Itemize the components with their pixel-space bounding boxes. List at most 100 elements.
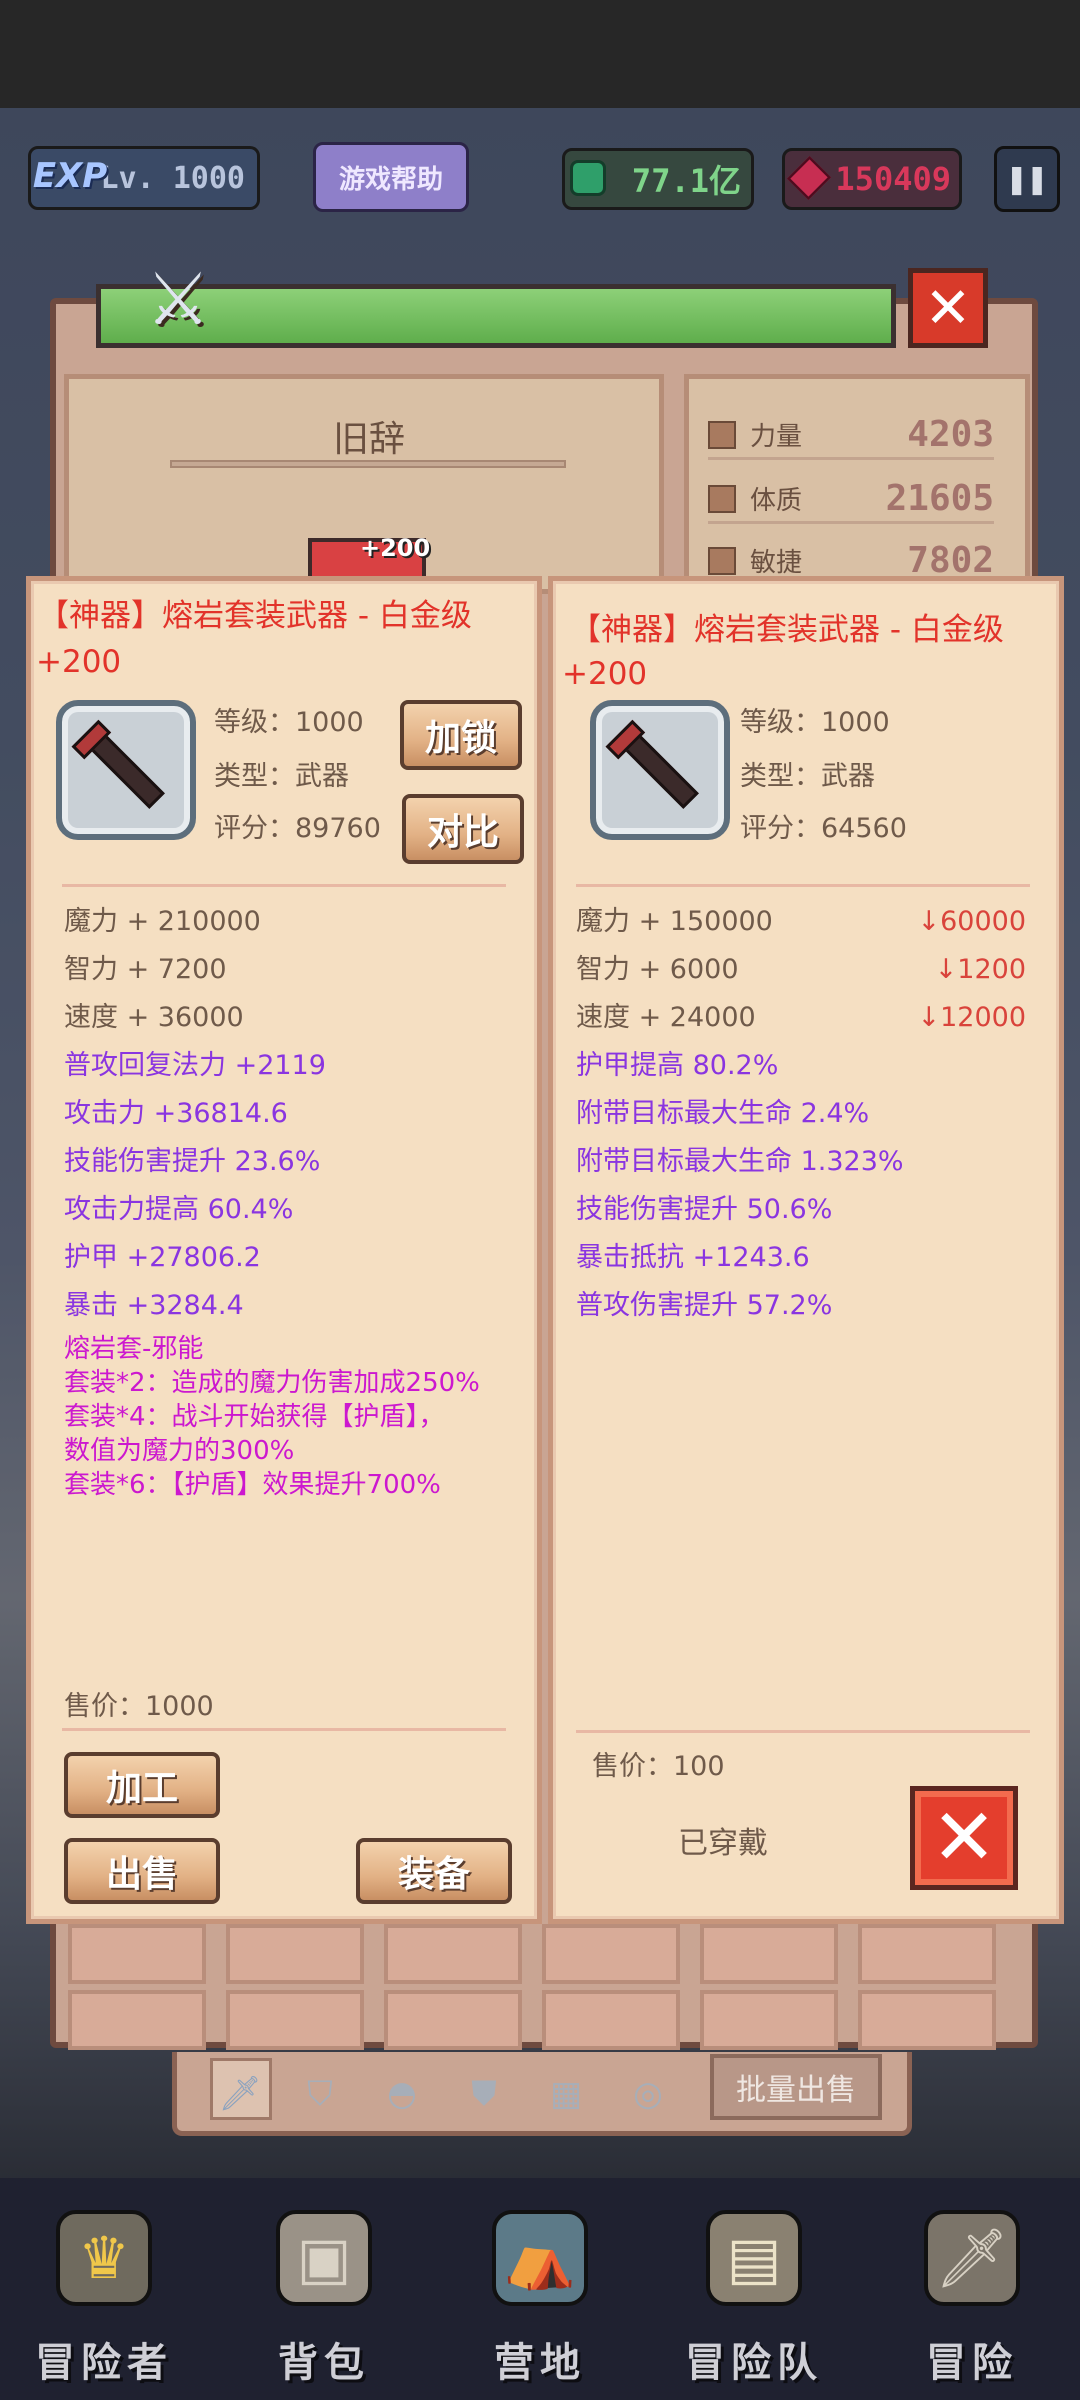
attr-line: 速度 + 36000	[64, 1002, 244, 1033]
inventory-slot[interactable]	[858, 1924, 996, 1984]
item-enhance-level: +200	[36, 644, 122, 680]
inventory-slot[interactable]	[700, 1924, 838, 1984]
stat-strength: 力量 4203	[708, 412, 994, 460]
inventory-slot[interactable]	[226, 1990, 364, 2050]
tab-shield-icon[interactable]: ⛉	[296, 2072, 344, 2116]
tab-helmet-icon[interactable]: ◓	[378, 2072, 426, 2116]
attr-text: 智力 + 6000	[576, 954, 739, 985]
close-icon: ✕	[924, 275, 972, 341]
item-price: 售价：100	[592, 1751, 725, 1782]
gem-count: 77.1亿	[631, 162, 741, 200]
item-score: 评分：89760	[214, 813, 381, 844]
emerald-icon	[570, 160, 606, 196]
ruby-count: 150409	[835, 160, 951, 198]
attr-text: 魔力 + 150000	[576, 906, 773, 937]
item-title: 【神器】熔岩套装武器 - 白金级	[570, 612, 1004, 648]
item-level: 等级：1000	[214, 707, 364, 738]
pause-icon: ❚❚	[1006, 159, 1048, 199]
attr-line: 智力 + 6000 ↓1200	[576, 946, 1026, 994]
sword-icon	[621, 731, 699, 809]
sword-icon: 🗡	[924, 2210, 1020, 2306]
attr-line: 速度 + 24000 ↓12000	[576, 994, 1026, 1042]
close-icon: ✕	[931, 1793, 997, 1883]
inventory-slot[interactable]	[384, 1924, 522, 1984]
portrait-enhance-level: +200	[360, 534, 431, 562]
base-attributes: 魔力 + 150000 ↓60000 智力 + 6000 ↓1200 速度 + …	[576, 898, 1026, 1330]
nav-backpack[interactable]: ▣ 背包	[234, 2210, 414, 2400]
bonus-attr-line: 普攻伤害提升 57.2%	[576, 1290, 833, 1321]
bonus-attr-line: 普攻回复法力 +2119	[64, 1050, 326, 1081]
tab-ring-icon[interactable]: ◎	[624, 2072, 672, 2116]
divider	[62, 1728, 506, 1731]
attr-line: 魔力 + 150000 ↓60000	[576, 898, 1026, 946]
inventory-slot[interactable]	[542, 1990, 680, 2050]
attr-line: 魔力 + 210000	[64, 906, 261, 937]
inventory-slot[interactable]	[700, 1990, 838, 2050]
heart-icon	[708, 484, 736, 513]
item-type: 类型：武器	[214, 761, 349, 792]
inventory-slot[interactable]	[384, 1990, 522, 2050]
sword-icon	[87, 731, 165, 809]
divider	[576, 884, 1030, 887]
bonus-attr-line: 护甲提高 80.2%	[576, 1050, 779, 1081]
set-bonus-line: 套装*4：战斗开始获得【护盾】，	[64, 1402, 445, 1432]
item-score: 评分：64560	[740, 813, 907, 844]
level-text: Lv. 1000	[100, 160, 246, 196]
tab-weapon-icon[interactable]: 🗡	[216, 2072, 264, 2116]
camp-icon: ⛺	[492, 2210, 588, 2306]
lock-button[interactable]: 加锁	[400, 700, 522, 770]
nav-party[interactable]: ▤ 冒险队	[664, 2210, 844, 2400]
inventory-slot[interactable]	[68, 1990, 206, 2050]
item-price: 售价：1000	[64, 1691, 214, 1722]
nav-label: 冒险者	[35, 2340, 173, 2386]
bonus-attr-line: 技能伤害提升 23.6%	[64, 1146, 321, 1177]
nav-camp[interactable]: ⛺ 营地	[450, 2210, 630, 2400]
bonus-attr-line: 附带目标最大生命 2.4%	[576, 1098, 870, 1129]
crown-icon: ♛	[56, 2210, 152, 2306]
attr-line: 智力 + 7200	[64, 954, 227, 985]
item-title: 【神器】熔岩套装武器 - 白金级	[38, 598, 472, 634]
divider	[62, 884, 506, 887]
inventory-slot[interactable]	[68, 1924, 206, 1984]
character-name: 旧辞	[332, 419, 405, 460]
compare-button[interactable]: 对比	[402, 794, 524, 864]
tab-armor-icon[interactable]: ⛊	[460, 2072, 508, 2116]
game-help-button[interactable]: 游戏帮助	[313, 142, 469, 212]
stat-label: 力量	[750, 422, 803, 452]
panel-close-button[interactable]: ✕	[908, 268, 988, 348]
attr-diff-down: ↓12000	[917, 1002, 1026, 1033]
close-dialog-button[interactable]: ✕	[910, 1786, 1018, 1890]
stat-value: 21605	[885, 478, 994, 519]
stat-label: 体质	[750, 486, 803, 516]
stat-label: 敏捷	[750, 548, 803, 578]
name-underline	[170, 460, 566, 468]
item-enhance-level: +200	[562, 656, 648, 692]
item-icon	[590, 700, 730, 840]
attr-text: 速度 + 24000	[576, 1002, 756, 1033]
bonus-attr-line: 技能伤害提升 50.6%	[576, 1194, 833, 1225]
pause-button[interactable]: ❚❚	[994, 146, 1060, 212]
divider	[576, 1730, 1030, 1733]
craft-button[interactable]: 加工	[64, 1752, 220, 1818]
inventory-slot[interactable]	[226, 1924, 364, 1984]
strength-icon	[708, 420, 736, 449]
tab-boots-icon[interactable]: ▦	[542, 2072, 590, 2116]
nav-label: 冒险队	[685, 2340, 823, 2386]
nav-adventurer[interactable]: ♛ 冒险者	[14, 2210, 194, 2400]
equipped-label: 已穿戴	[678, 1826, 768, 1861]
backpack-icon: ▣	[276, 2210, 372, 2306]
stat-constitution: 体质 21605	[708, 476, 994, 524]
bonus-attr-line: 暴击 +3284.4	[64, 1290, 244, 1321]
nav-adventure[interactable]: 🗡 冒险	[882, 2210, 1062, 2400]
sell-button[interactable]: 出售	[64, 1838, 220, 1904]
inventory-slot[interactable]	[542, 1924, 680, 1984]
set-name: 熔岩套-邪能	[64, 1334, 204, 1364]
exp-badge: EXP	[32, 156, 108, 196]
bulk-sell-button[interactable]: 批量出售	[710, 2054, 882, 2120]
equip-button[interactable]: 装备	[356, 1838, 512, 1904]
item-icon	[56, 700, 196, 840]
attr-diff-down: ↓60000	[917, 906, 1026, 937]
bonus-attr-line: 攻击力 +36814.6	[64, 1098, 288, 1129]
inventory-slot[interactable]	[858, 1990, 996, 2050]
book-icon: ▤	[706, 2210, 802, 2306]
